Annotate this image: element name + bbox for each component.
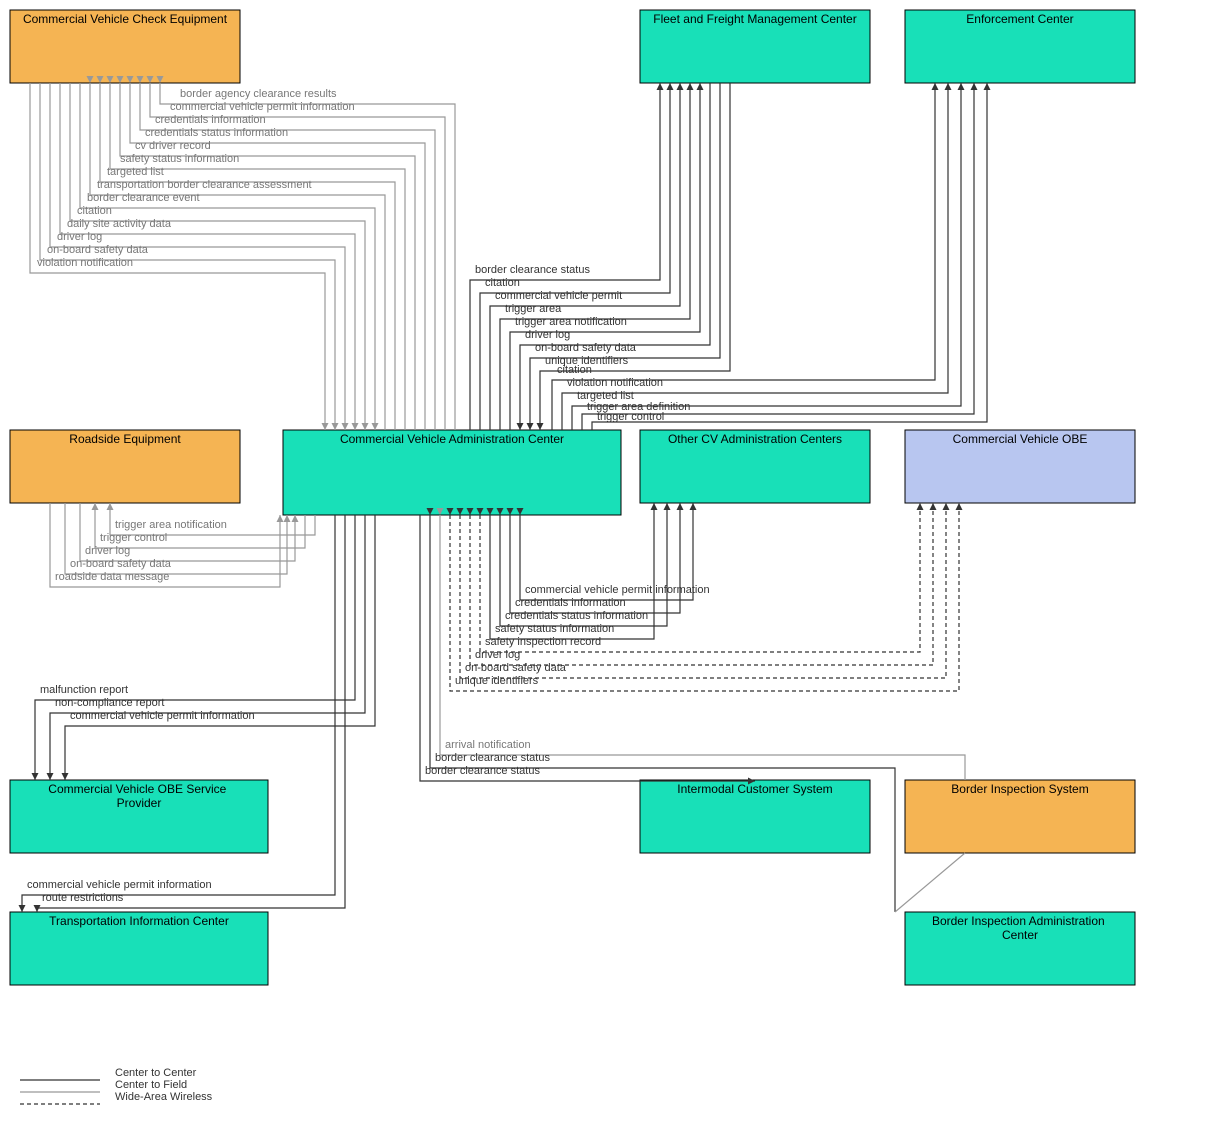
svg-text:credentials status information: credentials status information [505,610,648,622]
node-tic[interactable]: Transportation Information Center [10,912,268,985]
node-ec-label: Enforcement Center [966,12,1073,26]
node-ffmc[interactable]: Fleet and Freight Management Center [640,10,870,83]
svg-text:roadside data message: roadside data message [55,571,169,583]
svg-text:violation notification: violation notification [567,377,663,389]
svg-text:cv driver record: cv driver record [135,140,211,152]
svg-text:on-board safety data: on-board safety data [535,342,637,354]
interconnect-diagram: Commercial Vehicle Check Equipment Fleet… [0,0,1210,1133]
svg-text:Center to Center: Center to Center [115,1067,197,1079]
svg-text:driver log: driver log [525,329,570,341]
svg-text:safety status information: safety status information [495,623,614,635]
svg-text:trigger area notification: trigger area notification [115,519,227,531]
svg-text:trigger area notification: trigger area notification [515,316,627,328]
svg-text:credentials information: credentials information [155,114,266,126]
node-cvce-label: Commercial Vehicle Check Equipment [23,12,228,26]
node-re[interactable]: Roadside Equipment [10,430,240,503]
svg-text:violation notification: violation notification [37,257,133,269]
node-ocvac-label: Other CV Administration Centers [668,432,842,446]
node-ec[interactable]: Enforcement Center [905,10,1135,83]
flows-cvac-re: trigger area notification trigger contro… [50,503,315,587]
svg-text:safety status information: safety status information [120,153,239,165]
svg-text:commercial vehicle permit info: commercial vehicle permit information [70,710,255,722]
svg-text:safety inspection record: safety inspection record [485,636,601,648]
svg-text:targeted list: targeted list [107,166,164,178]
svg-text:citation: citation [77,205,112,217]
node-ics[interactable]: Intermodal Customer System [640,780,870,853]
node-cvac[interactable]: Commercial Vehicle Administration Center [283,430,621,515]
node-cvosp[interactable]: Commercial Vehicle OBE Service Provider [10,780,268,853]
svg-text:transportation border clearanc: transportation border clearance assessme… [97,179,312,191]
svg-text:on-board safety data: on-board safety data [47,244,149,256]
svg-text:driver log: driver log [57,231,102,243]
node-re-label: Roadside Equipment [69,432,181,446]
node-tic-label: Transportation Information Center [49,914,229,928]
svg-text:trigger control: trigger control [100,532,167,544]
node-biac[interactable]: Border Inspection Administration Center [905,912,1135,985]
svg-text:arrival notification: arrival notification [445,739,531,751]
svg-text:commercial vehicle permit info: commercial vehicle permit information [525,584,710,596]
svg-text:commercial vehicle permit info: commercial vehicle permit information [27,879,212,891]
node-ffmc-label: Fleet and Freight Management Center [653,12,856,26]
svg-text:border clearance status: border clearance status [475,264,590,276]
svg-text:on-board safety data: on-board safety data [70,558,172,570]
flows-cvac-ec: citation violation notification targeted… [552,83,987,430]
node-bis[interactable]: Border Inspection System [905,780,1135,853]
node-ocvac[interactable]: Other CV Administration Centers [640,430,870,503]
svg-text:non-compliance report: non-compliance report [55,697,164,709]
flows-cvac-to-cvce: border agency clearance results commerci… [90,83,455,430]
node-cvobe[interactable]: Commercial Vehicle OBE [905,430,1135,503]
svg-text:on-board safety data: on-board safety data [465,662,567,674]
svg-text:Wide-Area Wireless: Wide-Area Wireless [115,1091,213,1103]
svg-text:trigger control: trigger control [597,411,664,423]
svg-text:Center to Field: Center to Field [115,1079,187,1091]
svg-text:citation: citation [557,364,592,376]
svg-text:driver log: driver log [475,649,520,661]
node-cvac-label: Commercial Vehicle Administration Center [340,432,564,446]
svg-text:border clearance event: border clearance event [87,192,200,204]
svg-text:daily site activity data: daily site activity data [67,218,172,230]
svg-text:commercial vehicle permit: commercial vehicle permit [495,290,622,302]
svg-text:credentials status information: credentials status information [145,127,288,139]
node-cvobe-label: Commercial Vehicle OBE [953,432,1088,446]
node-cvce[interactable]: Commercial Vehicle Check Equipment [10,10,240,83]
svg-text:border agency clearance result: border agency clearance results [180,88,337,100]
svg-text:border clearance status: border clearance status [425,765,540,777]
svg-text:unique identifiers: unique identifiers [455,675,539,687]
svg-text:border clearance status: border clearance status [435,752,550,764]
legend: Center to Center Center to Field Wide-Ar… [20,1067,213,1104]
node-ics-label: Intermodal Customer System [677,782,832,796]
svg-text:credentials information: credentials information [515,597,626,609]
svg-text:driver log: driver log [85,545,130,557]
svg-text:route restrictions: route restrictions [42,892,124,904]
svg-text:commercial vehicle permit info: commercial vehicle permit information [170,101,355,113]
node-bis-label: Border Inspection System [951,782,1088,796]
flows-cvac-ocvac: commercial vehicle permit information cr… [490,503,710,639]
svg-text:malfunction report: malfunction report [40,684,128,696]
svg-text:trigger area: trigger area [505,303,562,315]
svg-text:citation: citation [485,277,520,289]
